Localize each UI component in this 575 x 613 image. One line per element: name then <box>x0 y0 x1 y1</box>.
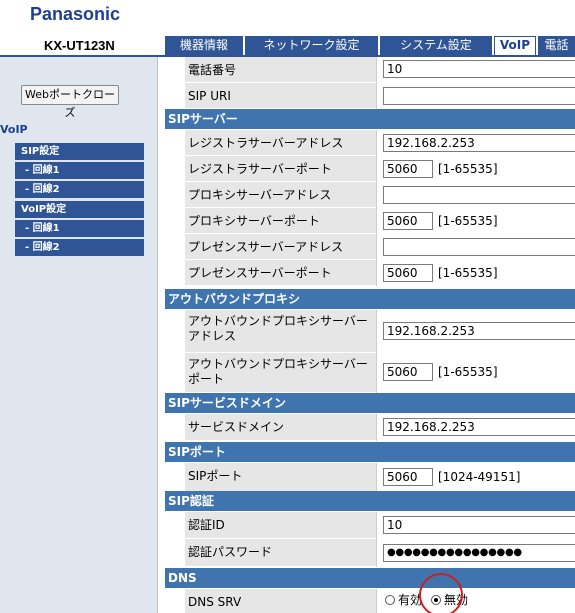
outbound-port-input[interactable]: 5060 <box>383 363 433 381</box>
tab-network-settings[interactable]: ネットワーク設定 <box>245 36 378 55</box>
proxy-address-input[interactable] <box>383 186 575 204</box>
main-tabs: 機器情報 ネットワーク設定 システム設定 VoIP 電話 <box>165 36 575 55</box>
proxy-port-input[interactable]: 5060 <box>383 212 433 230</box>
section-outbound-proxy: アウトバウンドプロキシ <box>165 289 575 309</box>
model-name: KX-UT123N <box>44 38 115 53</box>
presence-port-cell: 5060 [1-65535] <box>376 260 575 286</box>
outbound-port-label-line2: ポート <box>188 372 225 386</box>
auth-password-label: 認証パスワード <box>185 539 376 567</box>
registrar-address-cell: 192.168.2.253 <box>376 130 575 156</box>
registrar-port-range: [1-65535] <box>438 162 498 176</box>
registrar-port-cell: 5060 [1-65535] <box>376 156 575 182</box>
phone-number-label: 電話番号 <box>185 57 376 83</box>
sip-uri-label: SIP URI <box>185 83 376 109</box>
section-sip-port: SIPポート <box>165 442 575 462</box>
highlight-circle <box>419 573 463 613</box>
proxy-port-label: プロキシサーバーポート <box>185 208 376 234</box>
outbound-port-range: [1-65535] <box>438 365 498 379</box>
sip-port-label: SIPポート <box>185 463 376 492</box>
section-dns: DNS <box>165 568 575 588</box>
outbound-port-cell: 5060 [1-65535] <box>376 353 575 393</box>
tab-system-settings[interactable]: システム設定 <box>380 36 492 55</box>
sidebar: Webポートクローズ VoIP SIP設定 - 回線1 - 回線2 VoIP設定… <box>0 57 158 613</box>
auth-password-input[interactable]: ●●●●●●●●●●●●●●●● <box>383 544 575 562</box>
presence-address-input[interactable] <box>383 238 575 256</box>
service-domain-label: サービスドメイン <box>185 414 376 441</box>
phone-number-input[interactable]: 10 <box>383 60 575 78</box>
sip-port-input[interactable]: 5060 <box>383 468 433 486</box>
service-domain-input[interactable]: 192.168.2.253 <box>383 418 575 436</box>
sidebar-item-voip-settings[interactable]: VoIP設定 <box>15 201 144 218</box>
presence-port-input[interactable]: 5060 <box>383 264 433 282</box>
sidebar-section-title: VoIP <box>0 123 28 136</box>
sidebar-item-sip-line2[interactable]: - 回線2 <box>15 181 144 198</box>
sip-port-cell: 5060 [1024-49151] <box>376 463 575 492</box>
brand-logo: Panasonic <box>30 4 121 24</box>
section-sip-server: SIPサーバー <box>165 109 575 129</box>
outbound-address-label-line1: アウトバウンドプロキシサーバー <box>188 314 368 328</box>
dns-srv-enable-radio[interactable] <box>385 595 395 605</box>
outbound-address-cell: 192.168.2.253 <box>376 310 575 353</box>
sidebar-item-voip-line2[interactable]: - 回線2 <box>15 239 144 256</box>
auth-password-cell: ●●●●●●●●●●●●●●●● <box>376 539 575 567</box>
registrar-address-label: レジストラサーバーアドレス <box>185 130 376 156</box>
sidebar-item-sip-settings[interactable]: SIP設定 <box>15 143 144 160</box>
presence-port-label: プレゼンスサーバーポート <box>185 260 376 286</box>
presence-address-cell <box>376 234 575 260</box>
service-domain-cell: 192.168.2.253 <box>376 414 575 441</box>
tab-voip[interactable]: VoIP <box>494 36 536 55</box>
proxy-address-cell <box>376 182 575 208</box>
registrar-port-input[interactable]: 5060 <box>383 160 433 178</box>
auth-id-cell: 10 <box>376 512 575 539</box>
outbound-port-label-line1: アウトバウンドプロキシサーバー <box>188 357 368 371</box>
proxy-port-range: [1-65535] <box>438 214 498 228</box>
outbound-address-label-line2: アドレス <box>188 329 237 343</box>
section-sip-auth: SIP認証 <box>165 491 575 511</box>
tab-device-info[interactable]: 機器情報 <box>165 36 243 55</box>
tab-telephone[interactable]: 電話 <box>538 36 575 55</box>
sip-uri-input[interactable] <box>383 87 575 105</box>
web-port-close-button[interactable]: Webポートクローズ <box>21 85 119 119</box>
dns-srv-label: DNS SRV <box>185 589 376 613</box>
outbound-address-input[interactable]: 192.168.2.253 <box>383 322 575 340</box>
proxy-port-cell: 5060 [1-65535] <box>376 208 575 234</box>
registrar-address-input[interactable]: 192.168.2.253 <box>383 134 575 152</box>
section-service-domain: SIPサービスドメイン <box>165 393 575 413</box>
auth-id-input[interactable]: 10 <box>383 516 575 534</box>
sidebar-item-sip-line1[interactable]: - 回線1 <box>15 162 144 179</box>
proxy-address-label: プロキシサーバーアドレス <box>185 182 376 208</box>
auth-id-label: 認証ID <box>185 512 376 539</box>
sip-uri-cell <box>376 83 575 109</box>
presence-port-range: [1-65535] <box>438 266 498 280</box>
registrar-port-label: レジストラサーバーポート <box>185 156 376 182</box>
presence-address-label: プレゼンスサーバーアドレス <box>185 234 376 260</box>
sip-port-range: [1024-49151] <box>438 470 521 484</box>
outbound-address-label: アウトバウンドプロキシサーバー アドレス <box>185 310 376 353</box>
outbound-port-label: アウトバウンドプロキシサーバー ポート <box>185 353 376 393</box>
sidebar-item-voip-line1[interactable]: - 回線1 <box>15 220 144 237</box>
phone-number-cell: 10 <box>376 57 575 83</box>
dns-srv-cell: 有効 無効 <box>376 589 575 613</box>
